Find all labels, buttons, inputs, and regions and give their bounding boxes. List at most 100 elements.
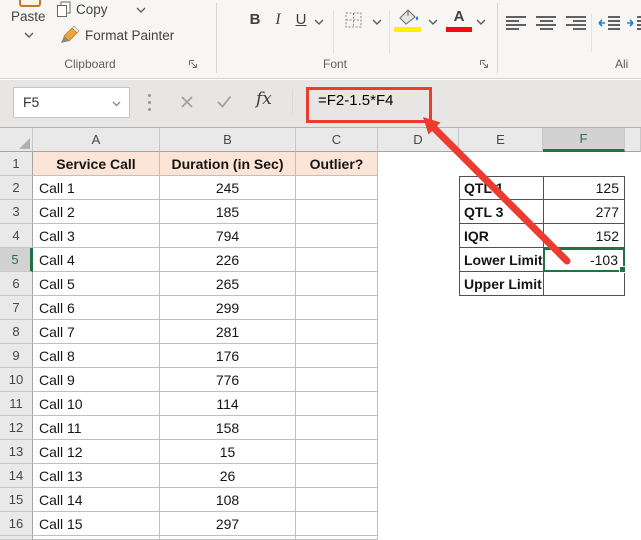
cell-A15[interactable]: Call 14	[33, 488, 160, 512]
font-color-chevron-down-icon[interactable]	[476, 19, 486, 25]
font-dialog-launcher-icon[interactable]	[479, 57, 490, 75]
cell-C8[interactable]	[296, 320, 378, 344]
cell-F14[interactable]	[543, 464, 625, 488]
cell-E7[interactable]	[459, 296, 543, 320]
cell-D8[interactable]	[378, 320, 459, 344]
copy-button[interactable]: Copy	[76, 2, 108, 17]
cell-A13[interactable]: Call 12	[33, 440, 160, 464]
column-header-C[interactable]: C	[296, 128, 378, 152]
cell-B7[interactable]: 299	[160, 296, 296, 320]
cell-A12[interactable]: Call 11	[33, 416, 160, 440]
cell-G14[interactable]	[625, 464, 641, 488]
cell-G5[interactable]	[625, 248, 641, 272]
row-header-5[interactable]: 5	[0, 248, 33, 272]
cell-G8[interactable]	[625, 320, 641, 344]
row-header-13[interactable]: 13	[0, 440, 33, 464]
cell-D13[interactable]	[378, 440, 459, 464]
cell-F4[interactable]: 152	[543, 224, 625, 248]
cell-G13[interactable]	[625, 440, 641, 464]
copy-chevron-down-icon[interactable]	[136, 7, 146, 13]
cell-A10[interactable]: Call 9	[33, 368, 160, 392]
cell-D9[interactable]	[378, 344, 459, 368]
cell-E2[interactable]: QTL 1	[459, 176, 543, 200]
underline-chevron-down-icon[interactable]	[314, 19, 324, 25]
cell-C-partial[interactable]	[296, 536, 378, 540]
cell-F1[interactable]	[543, 152, 625, 176]
cell-B13[interactable]: 15	[160, 440, 296, 464]
cell-E1[interactable]	[459, 152, 543, 176]
cell-G10[interactable]	[625, 368, 641, 392]
column-header-B[interactable]: B	[160, 128, 296, 152]
name-box[interactable]: F5	[13, 87, 130, 118]
cell-G15[interactable]	[625, 488, 641, 512]
cell-F11[interactable]	[543, 392, 625, 416]
decrease-indent-icon[interactable]	[598, 16, 620, 35]
cell-A4[interactable]: Call 3	[33, 224, 160, 248]
row-header-9[interactable]: 9	[0, 344, 33, 368]
cell-G4[interactable]	[625, 224, 641, 248]
row-header-15[interactable]: 15	[0, 488, 33, 512]
cell-F9[interactable]	[543, 344, 625, 368]
cell-E10[interactable]	[459, 368, 543, 392]
cell-E8[interactable]	[459, 320, 543, 344]
column-header-E[interactable]: E	[459, 128, 543, 152]
row-header-6[interactable]: 6	[0, 272, 33, 296]
enter-icon[interactable]	[217, 95, 232, 114]
cell-C14[interactable]	[296, 464, 378, 488]
cell-E-partial[interactable]	[459, 536, 543, 540]
cell-F10[interactable]	[543, 368, 625, 392]
paste-button[interactable]: Paste	[11, 9, 46, 24]
row-header-4[interactable]: 4	[0, 224, 33, 248]
cell-A-partial[interactable]	[33, 536, 160, 540]
cell-B10[interactable]: 776	[160, 368, 296, 392]
cell-A14[interactable]: Call 13	[33, 464, 160, 488]
cell-A3[interactable]: Call 2	[33, 200, 160, 224]
underline-button[interactable]: U	[293, 11, 309, 31]
cell-B6[interactable]: 265	[160, 272, 296, 296]
row-header-7[interactable]: 7	[0, 296, 33, 320]
cell-F6[interactable]	[543, 272, 625, 296]
cell-E14[interactable]	[459, 464, 543, 488]
cell-D11[interactable]	[378, 392, 459, 416]
cell-D7[interactable]	[378, 296, 459, 320]
cell-E5[interactable]: Lower Limit	[459, 248, 543, 272]
cell-A8[interactable]: Call 7	[33, 320, 160, 344]
cell-G2[interactable]	[625, 176, 641, 200]
cell-C6[interactable]	[296, 272, 378, 296]
cell-D12[interactable]	[378, 416, 459, 440]
paste-chevron-down-icon[interactable]	[24, 32, 34, 38]
cell-F13[interactable]	[543, 440, 625, 464]
cell-A11[interactable]: Call 10	[33, 392, 160, 416]
align-right-icon[interactable]	[566, 16, 586, 30]
cell-E3[interactable]: QTL 3	[459, 200, 543, 224]
cell-G9[interactable]	[625, 344, 641, 368]
cell-D16[interactable]	[378, 512, 459, 536]
column-header-partial[interactable]	[625, 128, 641, 152]
cell-G11[interactable]	[625, 392, 641, 416]
clipboard-dialog-launcher-icon[interactable]	[188, 57, 199, 75]
cell-B14[interactable]: 26	[160, 464, 296, 488]
increase-indent-icon[interactable]	[627, 16, 641, 35]
column-header-F[interactable]: F	[543, 128, 625, 152]
insert-function-icon[interactable]: fx	[256, 89, 272, 109]
bold-button[interactable]: B	[246, 11, 264, 31]
formula-bar-drag-handle[interactable]	[148, 94, 151, 115]
cell-E15[interactable]	[459, 488, 543, 512]
cell-D6[interactable]	[378, 272, 459, 296]
cell-C4[interactable]	[296, 224, 378, 248]
cell-E9[interactable]	[459, 344, 543, 368]
cell-C5[interactable]	[296, 248, 378, 272]
cell-G1[interactable]	[625, 152, 641, 176]
cell-B4[interactable]: 794	[160, 224, 296, 248]
cell-F-partial[interactable]	[543, 536, 625, 540]
cell-A2[interactable]: Call 1	[33, 176, 160, 200]
cell-F5[interactable]: -103	[543, 248, 626, 273]
cell-F15[interactable]	[543, 488, 625, 512]
cell-B5[interactable]: 226	[160, 248, 296, 272]
cell-B16[interactable]: 297	[160, 512, 296, 536]
cell-C11[interactable]	[296, 392, 378, 416]
cell-A6[interactable]: Call 5	[33, 272, 160, 296]
cell-C15[interactable]	[296, 488, 378, 512]
cell-G7[interactable]	[625, 296, 641, 320]
cell-B9[interactable]: 176	[160, 344, 296, 368]
